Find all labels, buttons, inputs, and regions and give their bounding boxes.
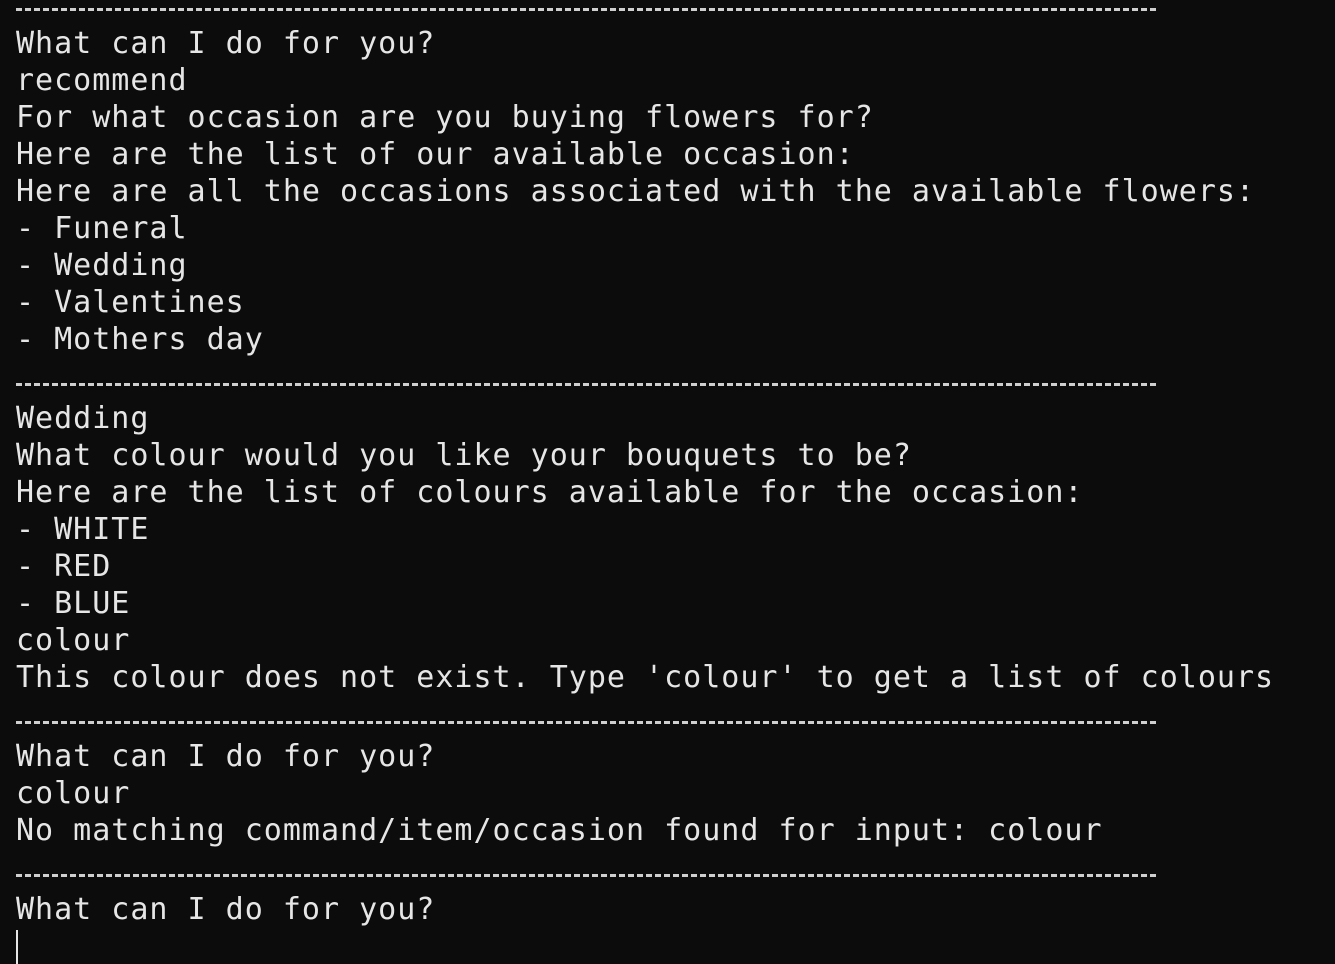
output-line: Here are the list of our available occas…: [16, 137, 855, 172]
output-line: Here are all the occasions associated wi…: [16, 174, 1255, 209]
list-item: - Wedding: [16, 248, 188, 283]
list-item: - Valentines: [16, 285, 245, 320]
separator-line: [16, 0, 1335, 25]
text-cursor[interactable]: [16, 930, 18, 964]
separator-line: [16, 854, 1335, 891]
error-line: This colour does not exist. Type 'colour…: [16, 660, 1275, 695]
user-input-line: recommend: [16, 63, 188, 98]
list-item: - BLUE: [16, 586, 131, 621]
dashed-rule: [16, 383, 1156, 386]
output-line: What colour would you like your bouquets…: [16, 438, 912, 473]
dashed-rule: [16, 8, 1156, 11]
terminal-output: What can I do for you? recommend For what …: [16, 0, 1335, 964]
list-item: - Funeral: [16, 211, 188, 246]
prompt-line: What can I do for you?: [16, 26, 436, 61]
separator-line: [16, 363, 1335, 400]
error-line: No matching command/item/occasion found …: [16, 813, 1103, 848]
separator-line: [16, 701, 1335, 738]
list-item: - Mothers day: [16, 322, 264, 357]
list-item: - RED: [16, 549, 112, 584]
prompt-line: What can I do for you?: [16, 892, 436, 927]
list-item: - WHITE: [16, 512, 150, 547]
user-input-line: Wedding: [16, 401, 150, 436]
output-line: Here are the list of colours available f…: [16, 475, 1084, 510]
user-input-line: colour: [16, 776, 131, 811]
output-line: For what occasion are you buying flowers…: [16, 100, 874, 135]
prompt-line: What can I do for you?: [16, 739, 436, 774]
dashed-rule: [16, 721, 1156, 724]
terminal-window[interactable]: { "terminal": { "lines": [ {"type": "sep…: [0, 0, 1335, 964]
user-input-line: colour: [16, 623, 131, 658]
dashed-rule: [16, 874, 1156, 877]
